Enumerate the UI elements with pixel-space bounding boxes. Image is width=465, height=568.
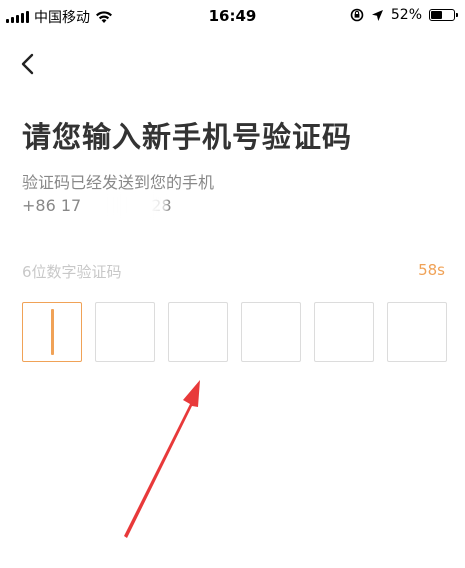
back-button[interactable] bbox=[14, 50, 42, 78]
battery-percent: 52% bbox=[390, 7, 422, 23]
chevron-left-icon bbox=[21, 53, 34, 75]
code-box-3[interactable] bbox=[168, 302, 228, 362]
sent-hint: 验证码已经发送到您的手机 +86 1728 bbox=[22, 171, 215, 218]
code-label: 6位数字验证码 bbox=[22, 263, 122, 281]
status-right: 52% bbox=[350, 7, 458, 23]
code-box-1[interactable] bbox=[22, 302, 82, 362]
battery-fill bbox=[431, 11, 443, 19]
phone-number: +86 1728 bbox=[22, 192, 172, 218]
page-title: 请您输入新手机号验证码 bbox=[22, 120, 353, 154]
annotation-arrow bbox=[124, 380, 200, 538]
status-bar: 中国移动 16:49 52% bbox=[0, 0, 465, 32]
verify-code-page: 中国移动 16:49 52% 请您输入新手机号验证码 验证码已经发送到您的手机 … bbox=[0, 0, 465, 568]
resend-countdown[interactable]: 58s bbox=[418, 261, 445, 279]
battery-icon bbox=[429, 9, 458, 21]
location-arrow-icon bbox=[371, 9, 383, 21]
code-input-group[interactable] bbox=[22, 302, 447, 362]
code-box-6[interactable] bbox=[387, 302, 447, 362]
phone-mask-blur bbox=[108, 192, 166, 218]
rotation-lock-icon bbox=[350, 8, 364, 22]
code-box-2[interactable] bbox=[95, 302, 155, 362]
phone-prefix: +86 17 bbox=[22, 196, 82, 215]
input-cursor bbox=[50, 309, 54, 355]
sent-hint-text: 验证码已经发送到您的手机 bbox=[22, 173, 215, 192]
code-box-5[interactable] bbox=[314, 302, 374, 362]
code-box-4[interactable] bbox=[241, 302, 301, 362]
